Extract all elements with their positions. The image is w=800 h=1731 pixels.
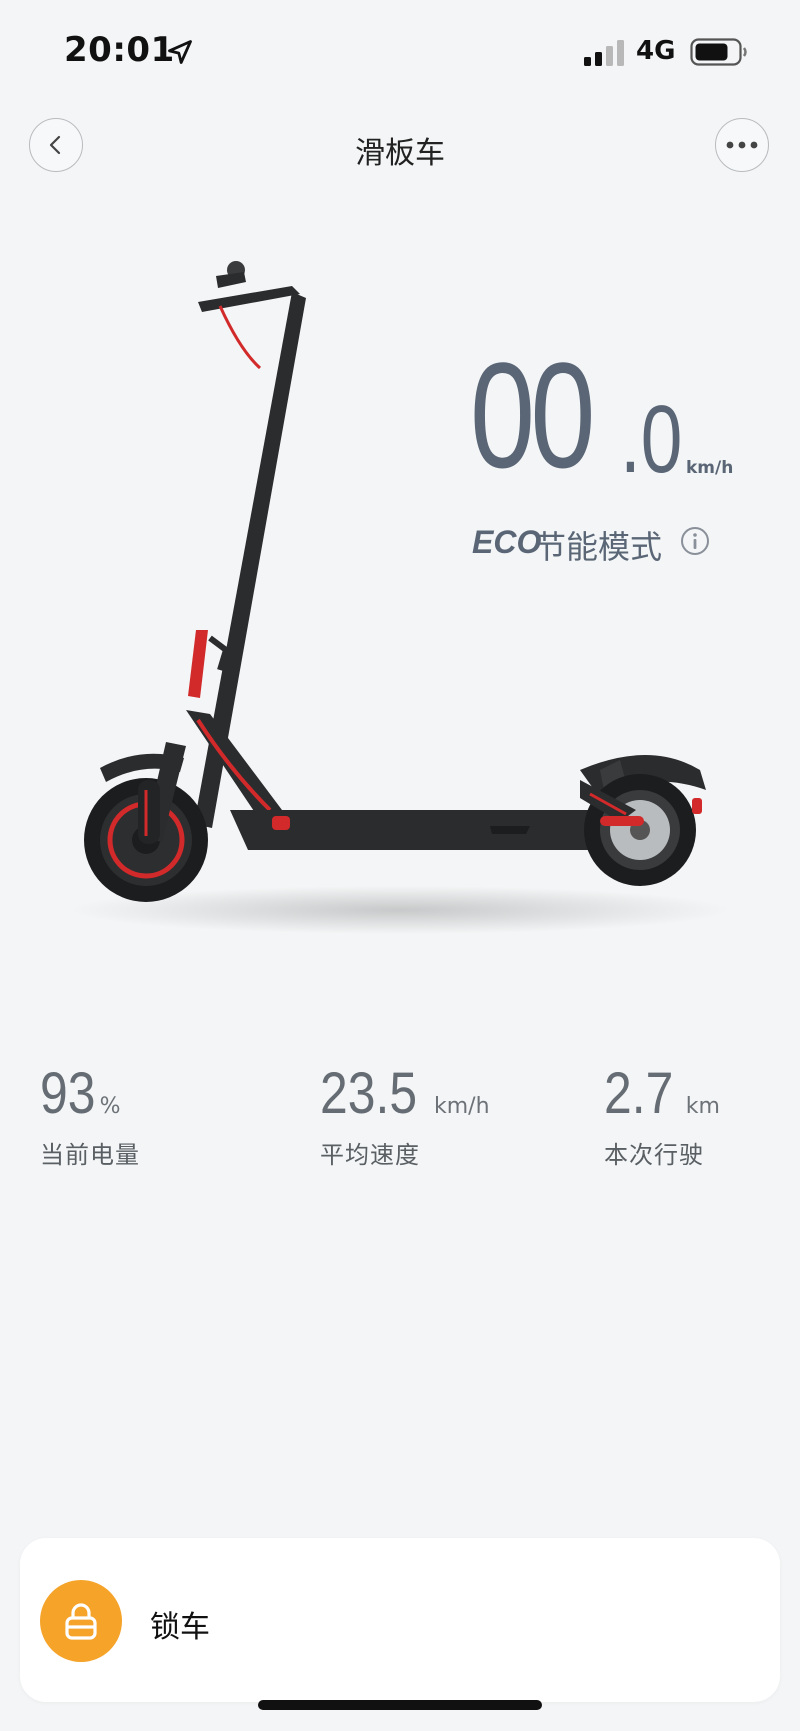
nav-bar: 滑板车 [0, 110, 800, 190]
stat-label: 本次行驶 [604, 1141, 704, 1169]
stat-unit: % [99, 1094, 121, 1119]
home-indicator[interactable] [258, 1700, 542, 1710]
stat-trip-distance: 2.7 km 本次行驶 [604, 1060, 720, 1170]
status-time: 20:01 [64, 30, 175, 70]
more-dots-icon [726, 141, 758, 149]
stat-battery: 93 % 当前电量 [40, 1060, 140, 1170]
mode-badge: ECO [472, 524, 542, 560]
stat-value: 2.7 [604, 1061, 674, 1126]
lock-label: 锁车 [150, 1610, 210, 1645]
lock-card[interactable]: 锁车 [20, 1538, 780, 1702]
battery-icon [690, 38, 747, 66]
lock-icon [65, 1603, 97, 1640]
scooter-image [70, 261, 730, 934]
speed-value: 00 [470, 331, 595, 499]
status-bar: 20:01 4G [0, 0, 800, 100]
stat-unit: km [685, 1094, 720, 1119]
mode-label: 节能模式 [534, 528, 663, 566]
speed-decimal: .0 [620, 386, 683, 493]
stat-unit: km/h [433, 1094, 490, 1119]
stat-average-speed: 23.5 km/h 平均速度 [320, 1060, 490, 1170]
stat-value: 23.5 [320, 1061, 418, 1126]
speed-unit: km/h [686, 458, 734, 478]
location-arrow-icon [168, 40, 192, 64]
network-type: 4G [636, 36, 676, 66]
lock-button[interactable] [40, 1580, 122, 1662]
page-title: 滑板车 [355, 136, 445, 171]
stat-value: 93 [40, 1061, 96, 1126]
stat-label: 平均速度 [320, 1141, 420, 1169]
more-button[interactable] [715, 118, 769, 172]
cellular-signal-icon [584, 40, 624, 66]
info-icon[interactable] [680, 526, 710, 556]
stat-label: 当前电量 [40, 1141, 140, 1169]
